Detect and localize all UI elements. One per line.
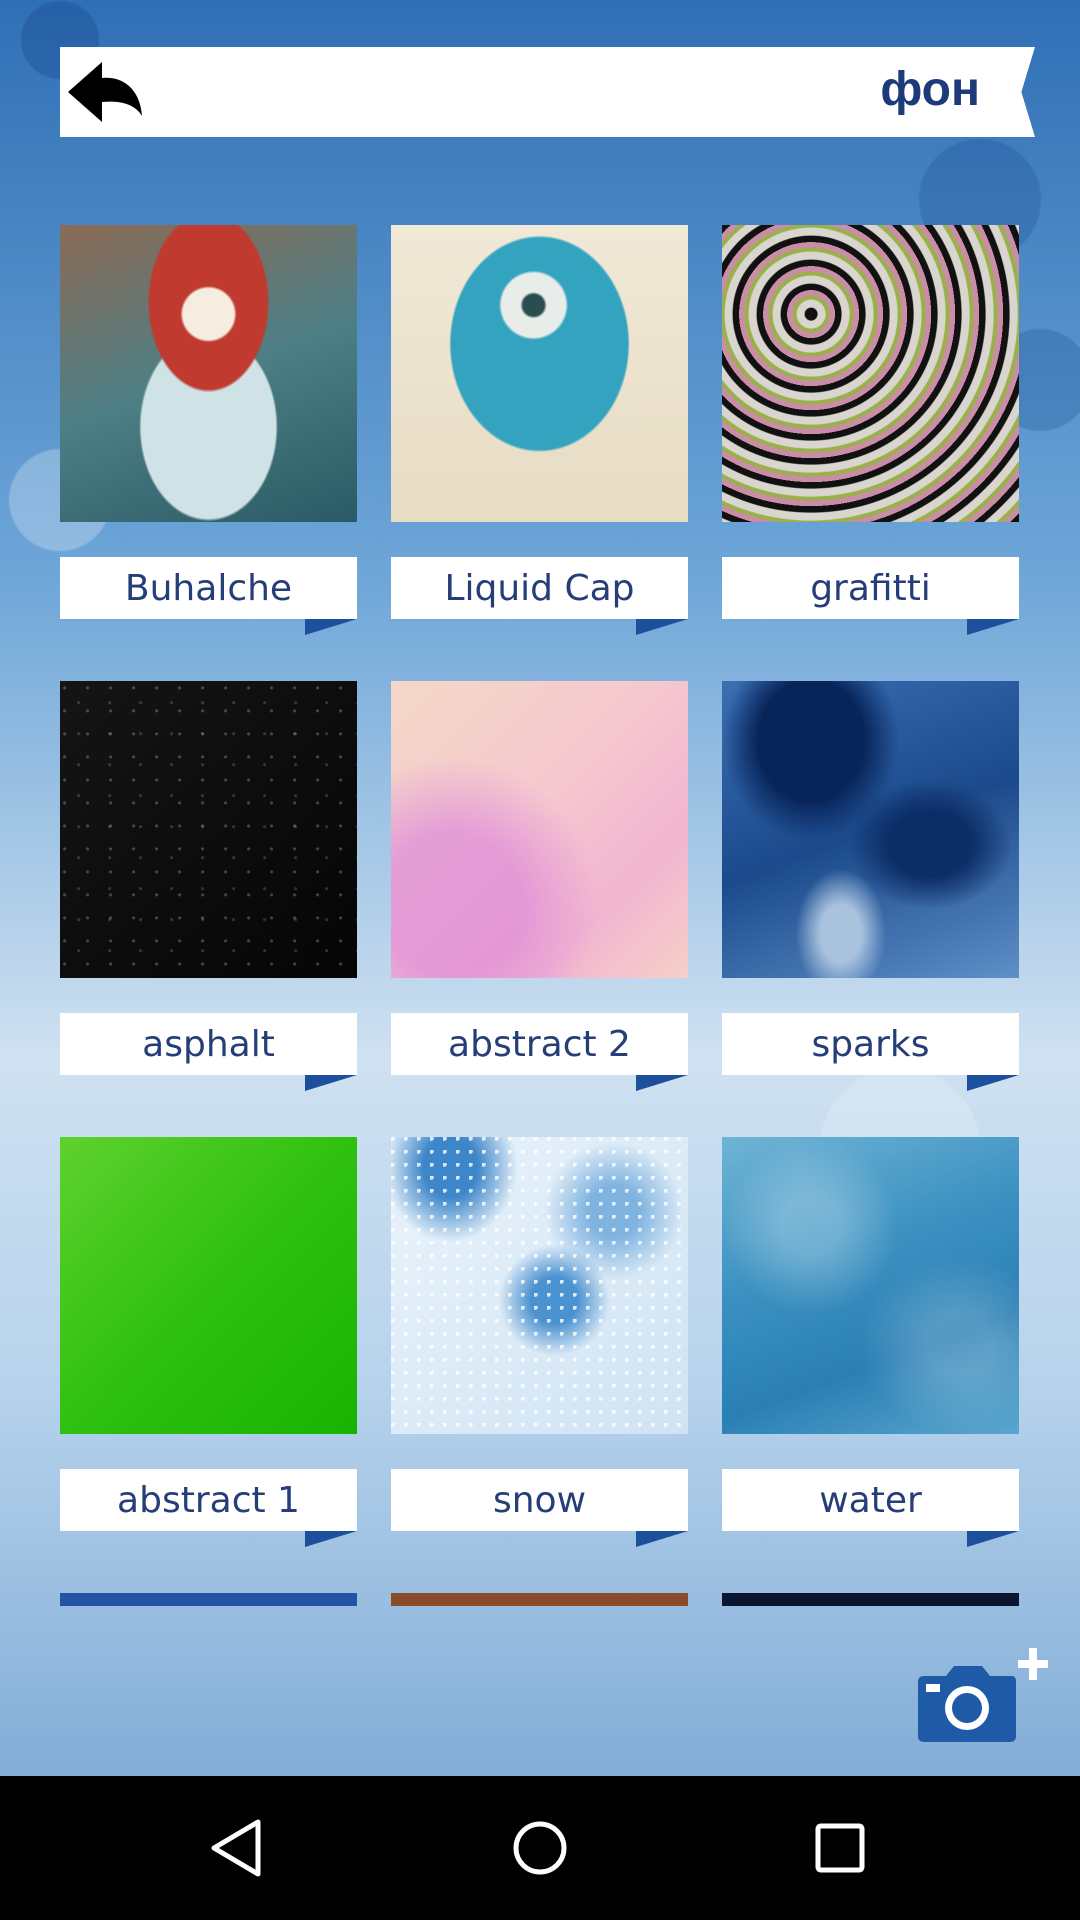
- grid-item[interactable]: asphalt: [60, 681, 357, 1137]
- item-label[interactable]: Buhalche: [60, 557, 357, 619]
- camera-add-icon: [918, 1648, 1048, 1742]
- nav-back-button[interactable]: [200, 1808, 280, 1888]
- thumbnail-asphalt[interactable]: [60, 681, 357, 978]
- thumbnail-grafitti[interactable]: [722, 225, 1019, 522]
- thumbnail-snow[interactable]: [391, 1137, 688, 1434]
- label-corner-tab: [967, 619, 1019, 635]
- item-label[interactable]: abstract 1: [60, 1469, 357, 1531]
- grid-item[interactable]: abstract 1: [60, 1137, 357, 1593]
- grid-item[interactable]: abstract 2: [391, 681, 688, 1137]
- item-label[interactable]: sparks: [722, 1013, 1019, 1075]
- back-triangle-icon: [211, 1819, 261, 1877]
- grid-item[interactable]: sparks: [722, 681, 1019, 1137]
- page-title: фон: [880, 63, 980, 116]
- grid-item[interactable]: Liquid Cap: [391, 225, 688, 681]
- back-arrow-icon: [68, 62, 142, 122]
- partial-thumbnail[interactable]: [60, 1593, 357, 1606]
- label-corner-tab: [636, 619, 688, 635]
- grid-item[interactable]: snow: [391, 1137, 688, 1593]
- label-corner-tab: [636, 1531, 688, 1547]
- thumbnail-liquid-cap[interactable]: [391, 225, 688, 522]
- grid-item[interactable]: Buhalche: [60, 225, 357, 681]
- item-label[interactable]: abstract 2: [391, 1013, 688, 1075]
- grid-item[interactable]: water: [722, 1137, 1019, 1593]
- back-button[interactable]: [66, 60, 148, 126]
- nav-recents-button[interactable]: [800, 1808, 880, 1888]
- label-corner-tab: [636, 1075, 688, 1091]
- item-label[interactable]: asphalt: [60, 1013, 357, 1075]
- thumbnail-buhalche[interactable]: [60, 225, 357, 522]
- nav-home-button[interactable]: [500, 1808, 580, 1888]
- background-grid: Buhalche Liquid Cap grafitti asphalt abs…: [60, 225, 1019, 1593]
- grid-item[interactable]: grafitti: [722, 225, 1019, 681]
- thumbnail-abstract-2[interactable]: [391, 681, 688, 978]
- system-navigation-bar: [0, 1776, 1080, 1920]
- item-label[interactable]: Liquid Cap: [391, 557, 688, 619]
- item-label[interactable]: water: [722, 1469, 1019, 1531]
- label-corner-tab: [305, 1075, 357, 1091]
- item-label[interactable]: snow: [391, 1469, 688, 1531]
- thumbnail-abstract-1[interactable]: [60, 1137, 357, 1434]
- label-corner-tab: [305, 1531, 357, 1547]
- item-label[interactable]: grafitti: [722, 557, 1019, 619]
- thumbnail-water[interactable]: [722, 1137, 1019, 1434]
- thumbnail-sparks[interactable]: [722, 681, 1019, 978]
- partial-thumbnail[interactable]: [391, 1593, 688, 1606]
- partial-thumbnail[interactable]: [722, 1593, 1019, 1606]
- recents-square-icon: [815, 1823, 865, 1873]
- label-corner-tab: [305, 619, 357, 635]
- label-corner-tab: [967, 1531, 1019, 1547]
- next-row-partial: [60, 1593, 1019, 1606]
- label-corner-tab: [967, 1075, 1019, 1091]
- add-photo-button[interactable]: [916, 1648, 1048, 1744]
- home-circle-icon: [513, 1821, 567, 1875]
